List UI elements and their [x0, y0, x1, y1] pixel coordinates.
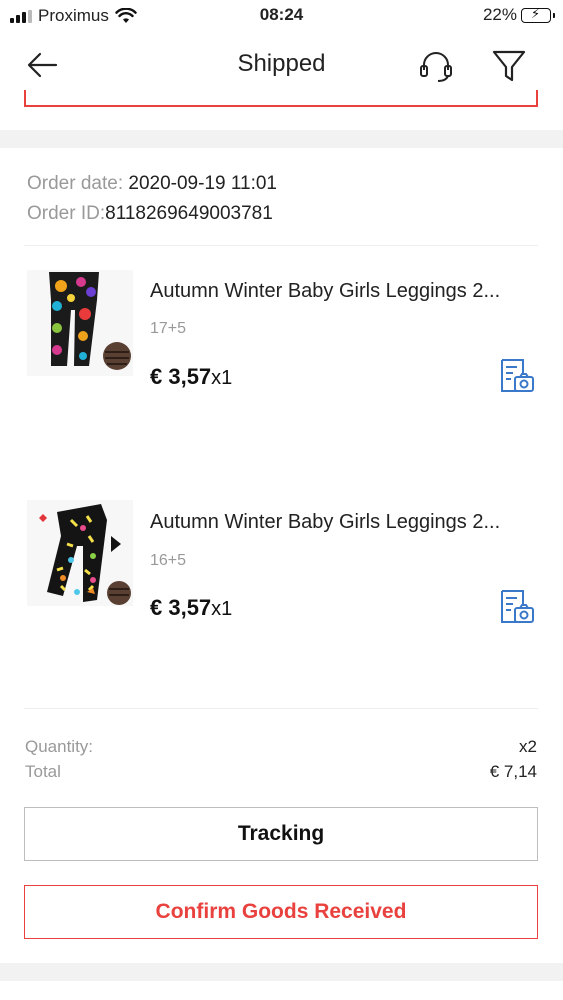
clock: 08:24 [259, 5, 304, 24]
product-name[interactable]: Autumn Winter Baby Girls Leggings 2... [150, 511, 535, 534]
customer-service-headset-icon[interactable] [416, 46, 456, 86]
product-thumbnail[interactable] [27, 270, 133, 376]
order-date-value: 2020-09-19 11:01 [128, 173, 277, 194]
product-name[interactable]: Autumn Winter Baby Girls Leggings 2... [150, 280, 535, 303]
price-value: € 3,57 [150, 364, 212, 389]
photo-review-icon[interactable] [497, 588, 535, 626]
product-price: € 3,57x1 [150, 364, 232, 390]
item-quantity: x1 [211, 367, 233, 389]
product-variant: 16+5 [150, 552, 187, 569]
order-date-label: Order date: [27, 173, 124, 194]
filter-funnel-icon[interactable] [490, 46, 528, 86]
item-quantity: x1 [211, 598, 233, 620]
total-label: Total [25, 762, 61, 781]
photo-review-icon[interactable] [497, 357, 535, 395]
divider [24, 245, 538, 246]
quantity-value: x2 [519, 737, 537, 756]
order-id: Order ID:8118269649003781 [27, 203, 273, 225]
confirm-goods-received-button[interactable]: Confirm Goods Received [24, 885, 538, 939]
battery-icon: ⚡ [521, 6, 555, 23]
battery-percent: 22% [482, 5, 517, 24]
section-separator [0, 130, 563, 148]
product-thumbnail[interactable] [27, 500, 133, 606]
order-id-value: 8118269649003781 [105, 203, 273, 224]
section-separator [0, 963, 563, 981]
product-variant: 17+5 [150, 320, 187, 337]
tracking-button[interactable]: Tracking [24, 807, 538, 861]
battery-indicator: 22% ⚡ [482, 5, 555, 25]
product-price: € 3,57x1 [150, 595, 232, 621]
order-id-label: Order ID: [27, 203, 106, 224]
nav-bar: Shipped [0, 36, 563, 92]
price-value: € 3,57 [150, 595, 212, 620]
divider [24, 708, 538, 709]
page-title: Shipped [237, 50, 326, 77]
status-bar: Proximus 08:24 22% ⚡ [0, 0, 563, 32]
order-date: Order date: 2020-09-19 11:01 [27, 173, 277, 195]
quantity-label: Quantity: [25, 737, 94, 756]
previous-order-card-edge [24, 90, 538, 107]
total-value: € 7,14 [489, 762, 537, 781]
